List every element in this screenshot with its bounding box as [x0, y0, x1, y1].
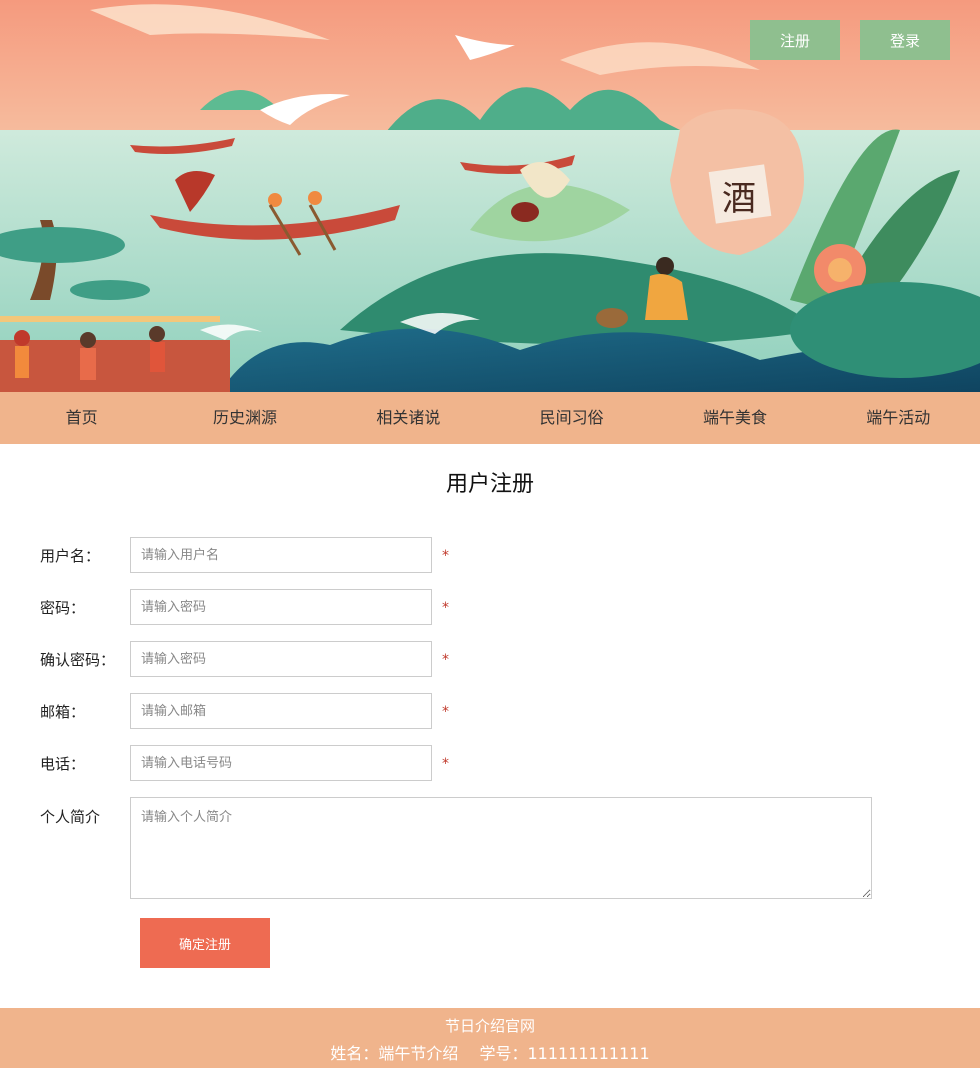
- submit-register-button[interactable]: 确定注册: [140, 918, 270, 968]
- required-mark: *: [442, 704, 449, 720]
- login-button[interactable]: 登录: [860, 20, 950, 60]
- nav-item-history[interactable]: 历史渊源: [163, 392, 326, 444]
- password-label: 密码：: [40, 599, 86, 617]
- main-nav: 首页 历史渊源 相关诸说 民间习俗 端午美食 端午活动: [0, 392, 980, 444]
- page-title: 用户注册: [445, 472, 534, 497]
- email-label: 邮箱：: [40, 703, 86, 721]
- nav-item-customs[interactable]: 民间习俗: [490, 392, 653, 444]
- confirm-password-label: 确认密码：: [40, 651, 116, 669]
- password-row: 密码： *: [0, 589, 980, 627]
- password-input[interactable]: [130, 589, 432, 625]
- bio-textarea[interactable]: [130, 797, 872, 899]
- username-row: 用户名： *: [0, 537, 980, 575]
- footer-student-id: 学号：111111111111: [479, 1044, 650, 1063]
- nav-item-home[interactable]: 首页: [0, 392, 163, 444]
- nav-item-theories[interactable]: 相关诸说: [327, 392, 490, 444]
- phone-label: 电话：: [40, 755, 86, 773]
- email-row: 邮箱： *: [0, 693, 980, 731]
- register-button[interactable]: 注册: [750, 20, 840, 60]
- required-mark: *: [442, 756, 449, 772]
- hero-banner: 酒 注册 登录: [0, 0, 980, 392]
- confirm-password-row: 确认密码： *: [0, 641, 980, 679]
- email-input[interactable]: [130, 693, 432, 729]
- nav-item-activities[interactable]: 端午活动: [817, 392, 980, 444]
- username-input[interactable]: [130, 537, 432, 573]
- required-mark: *: [442, 548, 449, 564]
- footer-name: 姓名：端午节介绍: [330, 1044, 459, 1063]
- footer-info: 姓名：端午节介绍 学号：111111111111: [0, 1040, 980, 1064]
- username-label: 用户名：: [40, 547, 101, 565]
- required-mark: *: [442, 600, 449, 616]
- confirm-password-input[interactable]: [130, 641, 432, 677]
- phone-input[interactable]: [130, 745, 432, 781]
- footer: 节日介绍官网 姓名：端午节介绍 学号：111111111111: [0, 1008, 980, 1068]
- wine-character: 酒: [722, 179, 756, 219]
- nav-item-food[interactable]: 端午美食: [653, 392, 816, 444]
- phone-row: 电话： *: [0, 745, 980, 783]
- required-mark: *: [442, 652, 449, 668]
- bio-label: 个人简介: [40, 808, 101, 826]
- footer-site-name: 节日介绍官网: [444, 1017, 535, 1035]
